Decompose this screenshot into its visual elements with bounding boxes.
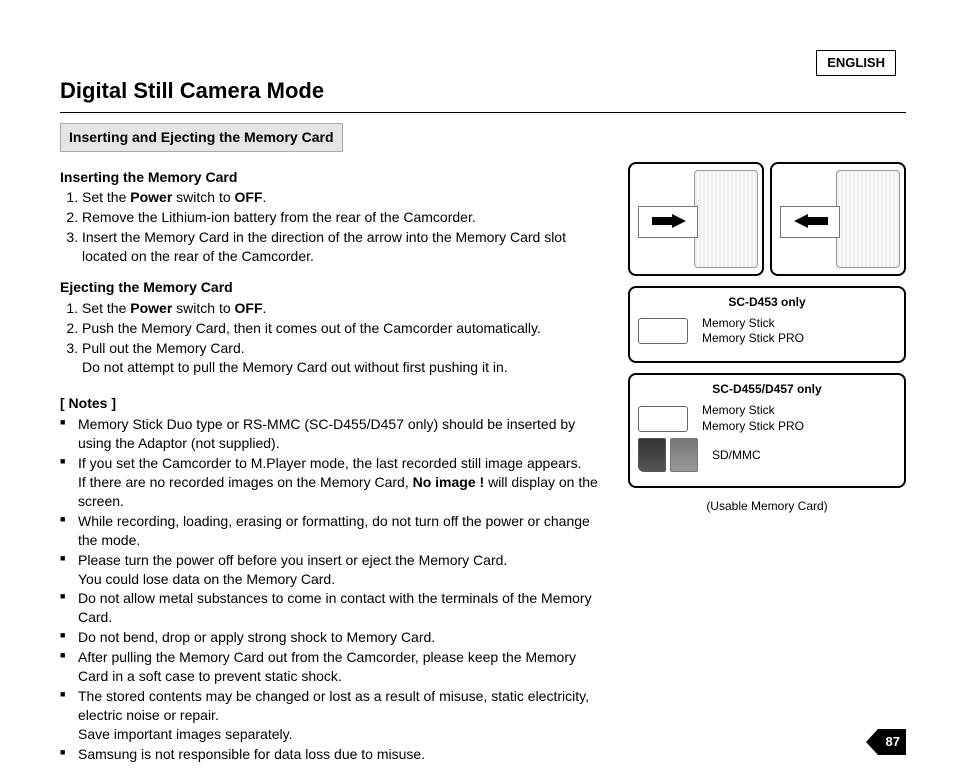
text: switch to: [172, 300, 234, 316]
text: Set the: [82, 300, 130, 316]
list-item: Push the Memory Card, then it comes out …: [82, 319, 610, 338]
text: switch to: [172, 189, 234, 205]
bold-text: Power: [130, 300, 172, 316]
list-item: The stored contents may be changed or lo…: [60, 687, 610, 744]
text: The stored contents may be changed or lo…: [78, 688, 589, 723]
text: You could lose data on the Memory Card.: [78, 571, 335, 587]
main-text-column: Inserting the Memory Card Set the Power …: [60, 162, 610, 765]
memory-stick-icon: [638, 318, 688, 344]
bold-text: OFF: [235, 300, 263, 316]
list-item: Memory Stick Duo type or RS-MMC (SC-D455…: [60, 415, 610, 453]
camcorder-illustration: [836, 170, 900, 268]
title-rule: [60, 112, 906, 113]
memory-stick-icon: [638, 406, 688, 432]
arrow-left-icon: [794, 214, 828, 228]
ejecting-heading: Ejecting the Memory Card: [60, 278, 610, 297]
page-number: 87: [886, 733, 900, 751]
insert-figure: [628, 162, 764, 276]
eject-figure: [770, 162, 906, 276]
text: .: [263, 300, 267, 316]
arrow-right-icon: [652, 214, 686, 228]
list-item: Insert the Memory Card in the direction …: [82, 228, 610, 266]
text: SD/MMC: [712, 448, 761, 462]
inserting-heading: Inserting the Memory Card: [60, 168, 610, 187]
figure-column: SC-D453 only Memory Stick Memory Stick P…: [628, 162, 906, 765]
camcorder-illustration: [694, 170, 758, 268]
text: Memory Stick PRO: [702, 331, 804, 345]
text: If there are no recorded images on the M…: [78, 474, 413, 490]
list-item: After pulling the Memory Card out from t…: [60, 648, 610, 686]
list-item: Pull out the Memory Card. Do not attempt…: [82, 339, 610, 377]
sd-card-icon: [638, 438, 666, 472]
list-item: Set the Power switch to OFF.: [82, 188, 610, 207]
list-item: Samsung is not responsible for data loss…: [60, 745, 610, 764]
text: If you set the Camcorder to M.Player mod…: [78, 455, 581, 471]
model-d453-box: SC-D453 only Memory Stick Memory Stick P…: [628, 286, 906, 363]
list-item: While recording, loading, erasing or for…: [60, 512, 610, 550]
model-d455-d457-box: SC-D455/D457 only Memory Stick Memory St…: [628, 373, 906, 488]
text: Memory Stick: [702, 316, 775, 330]
notes-list: Memory Stick Duo type or RS-MMC (SC-D455…: [60, 415, 610, 763]
bold-text: OFF: [235, 189, 263, 205]
text: Do not attempt to pull the Memory Card o…: [82, 359, 508, 375]
inserting-steps: Set the Power switch to OFF. Remove the …: [60, 188, 610, 266]
model-d453-title: SC-D453 only: [638, 294, 896, 310]
page-title: Digital Still Camera Mode: [60, 76, 906, 106]
usable-caption: (Usable Memory Card): [628, 498, 906, 514]
bold-text: No image !: [413, 474, 485, 490]
text: Memory Stick PRO: [702, 419, 804, 433]
text: Please turn the power off before you ins…: [78, 552, 507, 568]
media-text: SD/MMC: [712, 448, 761, 464]
language-label: ENGLISH: [816, 50, 896, 76]
list-item: Please turn the power off before you ins…: [60, 551, 610, 589]
media-text: Memory Stick Memory Stick PRO: [702, 403, 804, 434]
text: Set the: [82, 189, 130, 205]
list-item: Do not allow metal substances to come in…: [60, 589, 610, 627]
page-number-badge: 87: [866, 729, 906, 755]
model-d455-title: SC-D455/D457 only: [638, 381, 896, 397]
list-item: Do not bend, drop or apply strong shock …: [60, 628, 610, 647]
section-subtitle: Inserting and Ejecting the Memory Card: [60, 123, 343, 152]
notes-heading: [ Notes ]: [60, 394, 610, 413]
ejecting-steps: Set the Power switch to OFF. Push the Me…: [60, 299, 610, 377]
mmc-card-icon: [670, 438, 698, 472]
media-text: Memory Stick Memory Stick PRO: [702, 316, 804, 347]
bold-text: Power: [130, 189, 172, 205]
text: .: [263, 189, 267, 205]
text: Save important images separately.: [78, 726, 293, 742]
list-item: Remove the Lithium-ion battery from the …: [82, 208, 610, 227]
text: Memory Stick: [702, 403, 775, 417]
text: Pull out the Memory Card.: [82, 340, 245, 356]
list-item: Set the Power switch to OFF.: [82, 299, 610, 318]
list-item: If you set the Camcorder to M.Player mod…: [60, 454, 610, 511]
